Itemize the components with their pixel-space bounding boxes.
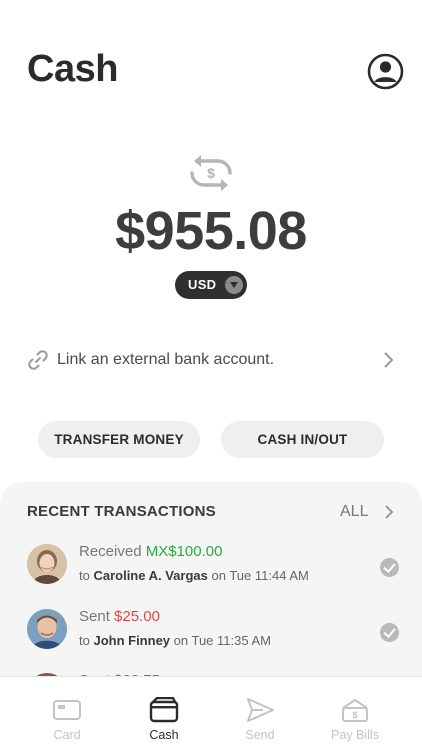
chevron-right-icon [384,352,394,368]
completed-check-icon [380,558,399,577]
transaction-time: on Tue 11:44 AM [211,568,309,583]
nav-label-pay-bills: Pay Bills [331,728,379,742]
transaction-summary: Received MX$100.00 [79,543,222,560]
link-icon [28,350,48,370]
transaction-row[interactable]: Sent $25.00 to John Finney on Tue 11:35 … [0,602,422,658]
view-all-label: ALL [340,503,369,520]
currency-selector[interactable]: USD [175,271,247,299]
view-all-link[interactable]: ALL [340,500,400,524]
chevron-right-icon [385,505,394,519]
transaction-amount: MX$100.00 [145,543,223,560]
nav-label-card: Card [53,728,81,742]
card-icon [53,700,81,720]
completed-check-icon [380,623,399,642]
transaction-amount: $25.00 [114,608,160,625]
transaction-action: Sent [79,608,110,625]
currency-exchange-icon: $ [190,155,232,191]
transaction-summary: Sent $25.00 [79,608,160,625]
svg-text:$: $ [352,710,357,720]
transfer-money-button[interactable]: TRANSFER MONEY [38,421,200,458]
transaction-details: to John Finney on Tue 11:35 AM [79,633,271,648]
bottom-nav: Card Cash Send $ Pay Bills [0,676,422,750]
avatar [27,609,67,649]
transaction-action: Received [79,543,142,560]
transaction-details: to Caroline A. Vargas on Tue 11:44 AM [79,568,309,583]
balance-amount: $955.08 [115,201,307,261]
user-circle-icon [367,53,404,90]
nav-item-cash[interactable]: Cash [124,677,204,750]
profile-button[interactable] [367,53,404,90]
transaction-direction: to [79,568,90,583]
send-icon [247,698,274,722]
link-bank-text: Link an external bank account. [57,351,275,368]
nav-item-card[interactable]: Card [27,677,107,750]
link-bank-account-row[interactable]: Link an external bank account. [0,340,422,380]
nav-item-send[interactable]: Send [220,677,300,750]
avatar [27,544,67,584]
currency-label: USD [188,277,217,292]
transaction-counterparty: Caroline A. Vargas [93,568,208,583]
nav-label-cash: Cash [149,728,179,742]
cash-in-out-button[interactable]: CASH IN/OUT [221,421,384,458]
nav-item-pay-bills[interactable]: $ Pay Bills [315,677,395,750]
page-title: Cash [27,48,118,90]
transaction-row[interactable]: Received MX$100.00 to Caroline A. Vargas… [0,537,422,593]
header: Cash [0,0,422,120]
recent-transactions-title: RECENT TRANSACTIONS [27,503,216,520]
wallet-icon [149,697,179,723]
chevron-down-icon [225,276,243,294]
pay-bills-icon: $ [342,699,368,722]
nav-label-send: Send [245,728,275,742]
transaction-direction: to [79,633,90,648]
transaction-counterparty: John Finney [93,633,171,648]
svg-text:$: $ [207,165,215,181]
transaction-time: on Tue 11:35 AM [173,633,271,648]
